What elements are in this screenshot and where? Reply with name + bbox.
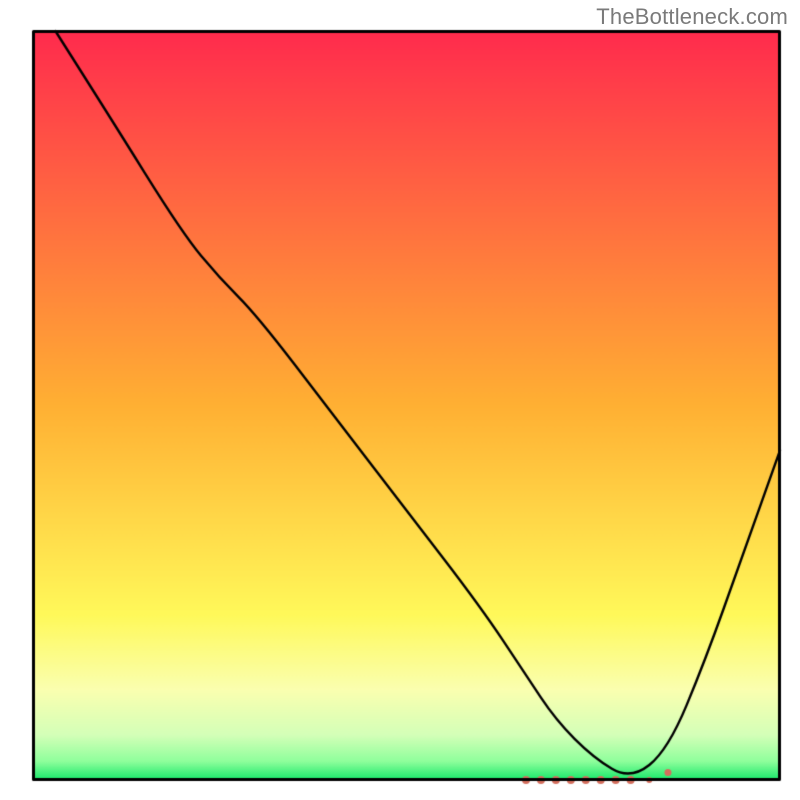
chart-container: TheBottleneck.com <box>0 0 800 800</box>
watermark-text: TheBottleneck.com <box>596 4 788 30</box>
chart-canvas <box>0 0 800 800</box>
